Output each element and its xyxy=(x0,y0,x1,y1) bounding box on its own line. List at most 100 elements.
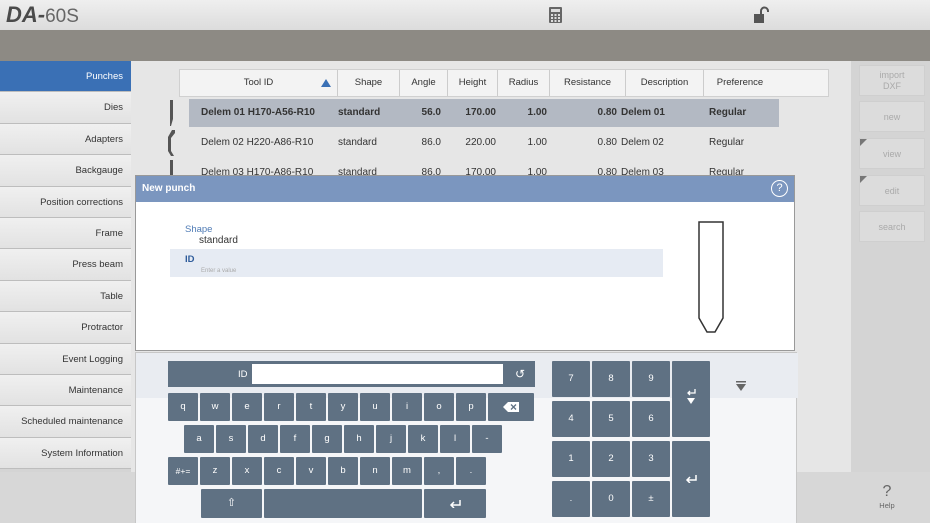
key-k[interactable]: k xyxy=(408,425,438,453)
key-q[interactable]: q xyxy=(168,393,198,421)
sidebar-item-scheduled-maintenance[interactable]: Scheduled maintenance xyxy=(0,406,131,438)
numpad-key-plus-minus[interactable]: ± xyxy=(632,481,670,517)
key-x[interactable]: x xyxy=(232,457,262,485)
key-w[interactable]: w xyxy=(200,393,230,421)
sidebar-item-system-information[interactable]: System Information xyxy=(0,437,131,470)
column-header-tool-id[interactable]: Tool ID xyxy=(180,70,338,96)
numpad-key-6[interactable]: 6 xyxy=(632,401,670,437)
shape-label: Shape xyxy=(185,224,213,235)
column-header-radius[interactable]: Radius xyxy=(498,70,550,96)
punch-profile-icon xyxy=(170,100,173,126)
help-icon: ? xyxy=(882,483,892,500)
edit-button[interactable]: edit xyxy=(859,175,925,206)
sidebar-item-protractor[interactable]: Protractor xyxy=(0,312,131,344)
punch-profile-icon xyxy=(168,130,175,156)
numpad-key-5[interactable]: 5 xyxy=(592,401,630,437)
numpad-key-8[interactable]: 8 xyxy=(592,361,630,397)
key-u[interactable]: u xyxy=(360,393,390,421)
numpad-key-0[interactable]: 0 xyxy=(592,481,630,517)
sidebar-item-table[interactable]: Table xyxy=(0,280,131,313)
key-o[interactable]: o xyxy=(424,393,454,421)
numpad-key-3[interactable]: 3 xyxy=(632,441,670,477)
table-header: Tool ID Shape Angle Height Radius Resist… xyxy=(179,69,829,97)
key-j[interactable]: j xyxy=(376,425,406,453)
id-field[interactable]: ID Enter a value xyxy=(170,249,663,277)
column-header-preference[interactable]: Preference xyxy=(704,70,776,96)
sidebar-item-position-corrections[interactable]: Position corrections xyxy=(0,186,131,218)
key-n[interactable]: n xyxy=(360,457,390,485)
sidebar-item-event-logging[interactable]: Event Logging xyxy=(0,343,131,375)
key-f[interactable]: f xyxy=(280,425,310,453)
dialog-title: New punch xyxy=(142,183,196,194)
space-bar[interactable] xyxy=(264,489,422,518)
key-p[interactable]: p xyxy=(456,393,486,421)
keyboard-id-input[interactable] xyxy=(252,364,503,384)
key-s[interactable]: s xyxy=(216,425,246,453)
backspace-icon[interactable] xyxy=(488,393,534,421)
enter-icon[interactable] xyxy=(424,489,486,518)
calculator-icon[interactable] xyxy=(548,6,563,24)
keyboard-input-bar: ID xyxy=(168,361,535,387)
key-l[interactable]: l xyxy=(440,425,470,453)
shift-icon[interactable]: ⇧ xyxy=(201,489,262,518)
sidebar-item-backgauge[interactable]: Backgauge xyxy=(0,155,131,187)
new-punch-dialog: New punch ? Shape standard ID Enter a va… xyxy=(135,175,795,351)
numpad-key-9[interactable]: 9 xyxy=(632,361,670,397)
keyboard-field-label: ID xyxy=(238,369,248,380)
help-button[interactable]: ? Help xyxy=(865,483,909,510)
key-d[interactable]: d xyxy=(248,425,278,453)
top-bar: DA-60S xyxy=(0,0,930,30)
shape-value[interactable]: standard xyxy=(199,235,238,246)
numpad-key-7[interactable]: 7 xyxy=(552,361,590,397)
sidebar-item-press-beam[interactable]: Press beam xyxy=(0,249,131,281)
numpad-key-2[interactable]: 2 xyxy=(592,441,630,477)
numpad-enter-icon[interactable] xyxy=(672,441,710,517)
sidebar-item-adapters[interactable]: Adapters xyxy=(0,123,131,156)
key-comma[interactable]: , xyxy=(424,457,454,485)
new-button[interactable]: new xyxy=(859,101,925,132)
column-header-shape[interactable]: Shape xyxy=(338,70,400,96)
search-button[interactable]: search xyxy=(859,211,925,242)
key-c[interactable]: c xyxy=(264,457,294,485)
id-placeholder: Enter a value xyxy=(201,268,237,274)
key-h[interactable]: h xyxy=(344,425,374,453)
key-m[interactable]: m xyxy=(392,457,422,485)
help-circle-icon[interactable]: ? xyxy=(771,180,788,197)
key-period[interactable]: . xyxy=(456,457,486,485)
key-v[interactable]: v xyxy=(296,457,326,485)
column-header-resistance[interactable]: Resistance xyxy=(550,70,626,96)
key-g[interactable]: g xyxy=(312,425,342,453)
sidebar-item-dies[interactable]: Dies xyxy=(0,92,131,124)
collapse-keyboard-icon[interactable] xyxy=(735,381,747,393)
key-i[interactable]: i xyxy=(392,393,422,421)
table-row[interactable]: Delem 02 H220-A86-R10 standard 86.0 220.… xyxy=(189,129,779,157)
import-dxf-button[interactable]: import DXF xyxy=(859,65,925,96)
key-symbols[interactable]: #+= xyxy=(168,457,198,485)
table-row[interactable]: Delem 01 H170-A56-R10 standard 56.0 170.… xyxy=(189,99,779,127)
enter-down-icon[interactable] xyxy=(672,361,710,437)
dialog-title-bar: New punch ? xyxy=(136,176,794,202)
key-t[interactable]: t xyxy=(296,393,326,421)
numpad-key-4[interactable]: 4 xyxy=(552,401,590,437)
punch-preview-shape xyxy=(698,221,724,333)
key-e[interactable]: e xyxy=(232,393,262,421)
numpad-key-decimal[interactable]: . xyxy=(552,481,590,517)
sidebar-item-frame[interactable]: Frame xyxy=(0,217,131,250)
sidebar-item-punches[interactable]: Punches xyxy=(0,61,131,93)
undo-icon[interactable]: ↺ xyxy=(505,361,535,387)
column-header-angle[interactable]: Angle xyxy=(400,70,448,96)
column-header-description[interactable]: Description xyxy=(626,70,704,96)
numpad-key-1[interactable]: 1 xyxy=(552,441,590,477)
key-b[interactable]: b xyxy=(328,457,358,485)
view-button[interactable]: view xyxy=(859,138,925,169)
key-r[interactable]: r xyxy=(264,393,294,421)
key-z[interactable]: z xyxy=(200,457,230,485)
id-label: ID xyxy=(185,254,195,265)
key-a[interactable]: a xyxy=(184,425,214,453)
unlock-icon[interactable] xyxy=(752,6,770,24)
sidebar-item-maintenance[interactable]: Maintenance xyxy=(0,374,131,407)
key-hyphen[interactable]: - xyxy=(472,425,502,453)
column-header-height[interactable]: Height xyxy=(448,70,498,96)
on-screen-keyboard: ID ↺ q w e r t y u i o p a s d f g h j k… xyxy=(135,352,798,523)
key-y[interactable]: y xyxy=(328,393,358,421)
